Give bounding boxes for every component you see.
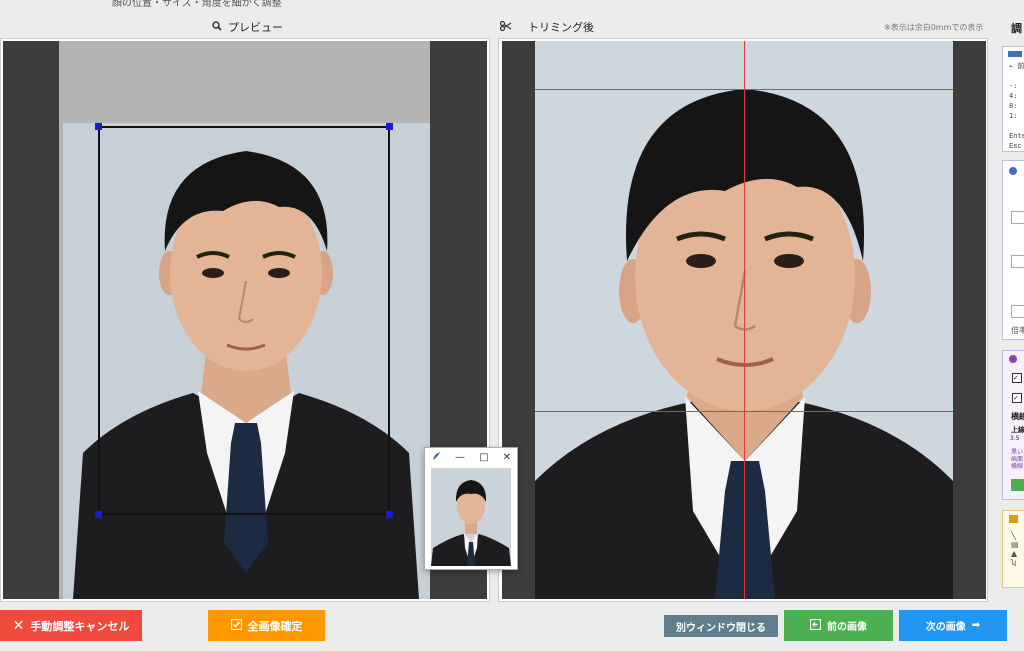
shortcut-box: ← 前 -: 4: 8: 1: Ente Esc — [1002, 46, 1024, 152]
minimize-button[interactable]: — — [455, 452, 465, 463]
trimmed-canvas — [502, 41, 986, 599]
guide-line-center — [744, 41, 745, 599]
crop-handle-bottom-left[interactable] — [95, 511, 102, 518]
close-x-icon: ✕ — [12, 617, 25, 634]
arrow-right-icon: ➡ — [971, 620, 981, 631]
checkbox-1[interactable]: ✓ — [1012, 373, 1022, 383]
trimmed-title: トリミング後 — [528, 21, 594, 34]
sidebar-title: 調 — [1011, 22, 1022, 35]
crop-handle-top-left[interactable] — [95, 123, 102, 130]
folder-icon — [1009, 515, 1018, 523]
move-input[interactable] — [1011, 255, 1024, 268]
preview-canvas[interactable] — [3, 41, 487, 599]
arrow-left-icon — [809, 618, 822, 633]
crop-handle-bottom-right[interactable] — [386, 511, 393, 518]
close-window-button[interactable]: 別ウィンドウ閉じる — [664, 615, 778, 637]
mini-window-thumbnail — [431, 468, 511, 566]
preview-header: プレビュー — [212, 19, 283, 35]
mini-window-titlebar[interactable]: — □ ✕ — [425, 448, 517, 466]
shortcut-text: ← 前 -: 4: 8: 1: Ente Esc — [1009, 62, 1024, 150]
close-button[interactable]: ✕ — [503, 452, 511, 463]
cancel-manual-adjust-button[interactable]: ✕ 手動調整キャンセル — [0, 610, 142, 641]
prev-image-button[interactable]: 前の画像 — [784, 610, 893, 641]
guide-value[interactable]: 3.5 — [1010, 435, 1020, 442]
info-icons: ╲ ▤ ▲ ʮ — [1011, 531, 1019, 567]
page-caption: 顔の位置・サイズ・角度を細かく調整 — [112, 0, 282, 9]
checkbox-2[interactable]: ✓ — [1012, 393, 1022, 403]
guide-option-label: 横線 — [1011, 412, 1024, 421]
cancel-label: 手動調整キャンセル — [30, 619, 130, 633]
info-box: ╲ ▤ ▲ ʮ — [1002, 510, 1024, 588]
keyboard-icon — [1008, 51, 1022, 57]
next-label: 次の画像 — [925, 622, 966, 633]
next-image-button[interactable]: 次の画像 ➡ — [899, 610, 1007, 641]
guide-options-box: ✓ ✓ 横線 上線 3.5 黒い 画面 横線 — [1002, 350, 1024, 500]
preview-panel — [0, 38, 490, 602]
scale-label: 倍率 — [1011, 326, 1024, 335]
search-icon — [212, 20, 222, 34]
trimmed-header: トリミング後 — [499, 19, 594, 35]
trimmed-panel — [498, 38, 988, 602]
guide-sub-label: 上線 — [1011, 426, 1024, 434]
crop-handle-top-right[interactable] — [386, 123, 393, 130]
checkbox-icon — [230, 618, 242, 633]
adjust-box: 倍率 — [1002, 160, 1024, 340]
mini-preview-window[interactable]: — □ ✕ — [424, 447, 518, 570]
prev-label: 前の画像 — [827, 622, 867, 633]
zoom-input[interactable] — [1011, 211, 1024, 224]
close-window-label: 別ウィンドウ閉じる — [676, 622, 766, 634]
preview-title: プレビュー — [228, 21, 283, 34]
guide-apply-button[interactable] — [1011, 479, 1024, 491]
adjust-icon — [1009, 167, 1017, 175]
confirm-all-button[interactable]: 全画像確定 — [208, 610, 325, 641]
scissors-icon — [499, 20, 512, 34]
display-note: ※表示は余白0mmでの表示 — [884, 23, 984, 32]
feather-icon — [431, 451, 441, 464]
rotate-input[interactable] — [1011, 305, 1024, 318]
guide-note: 黒い 画面 横線 — [1011, 449, 1024, 470]
maximize-button[interactable]: □ — [479, 452, 488, 463]
confirm-all-label: 全画像確定 — [247, 619, 303, 633]
crop-rectangle[interactable] — [98, 126, 390, 515]
guide-options-icon — [1009, 355, 1017, 363]
